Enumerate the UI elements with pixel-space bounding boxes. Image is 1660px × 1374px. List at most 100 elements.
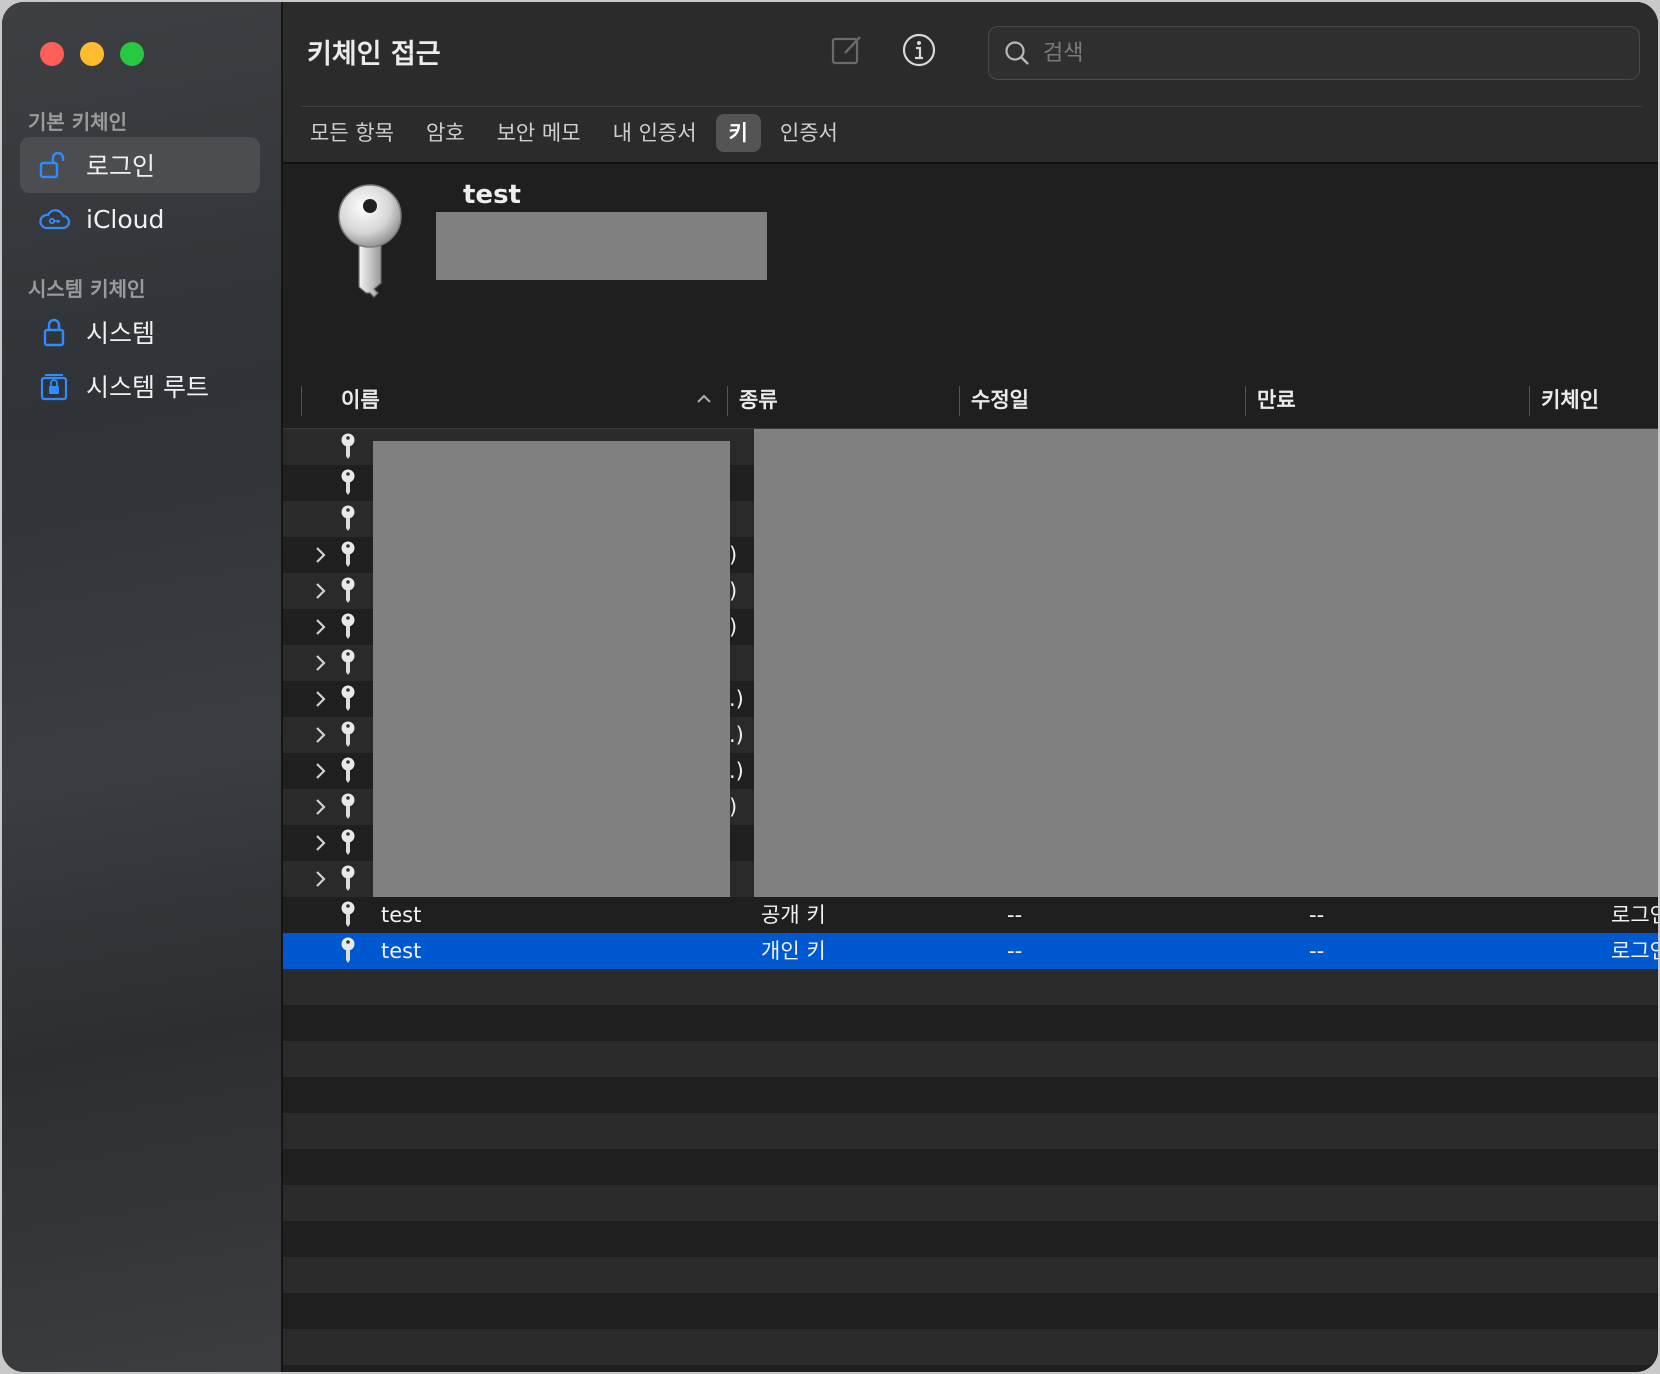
sidebar-item-system-root[interactable]: 시스템 루트 <box>20 358 260 414</box>
cell-keychain: 로그인 <box>1611 903 1658 927</box>
table-row[interactable]: test 공개 키 -- -- 로그인 <box>283 897 1658 933</box>
key-icon <box>339 900 357 934</box>
key-large-icon <box>335 184 405 306</box>
key-icon <box>339 864 357 898</box>
search-input[interactable] <box>1041 39 1605 67</box>
zoom-button[interactable] <box>120 42 144 66</box>
unlock-icon <box>36 150 72 180</box>
disclosure-chevron-icon[interactable] <box>313 615 329 643</box>
cell-name: test <box>381 903 422 927</box>
sidebar-item-label: iCloud <box>86 204 165 234</box>
column-separator <box>727 386 728 416</box>
cell-name: test <box>381 939 422 963</box>
empty-row <box>283 1221 1658 1257</box>
sidebar-item-icloud[interactable]: iCloud <box>20 191 260 247</box>
cell-kind: 공개 키 <box>761 903 826 927</box>
cell-modified: -- <box>1007 939 1023 963</box>
minimize-button[interactable] <box>80 42 104 66</box>
column-separator <box>1245 386 1246 416</box>
compose-icon <box>829 32 865 72</box>
empty-row <box>283 1185 1658 1221</box>
window-title: 키체인 접근 <box>307 39 441 70</box>
window-controls <box>40 42 144 66</box>
lock-icon <box>36 317 72 347</box>
key-icon <box>339 756 357 790</box>
key-icon <box>339 684 357 718</box>
search-icon <box>1003 39 1031 67</box>
key-icon <box>339 504 357 538</box>
disclosure-chevron-icon[interactable] <box>313 543 329 571</box>
sidebar-item-login[interactable]: 로그인 <box>20 137 260 193</box>
disclosure-chevron-icon[interactable] <box>313 723 329 751</box>
key-icon <box>339 432 357 466</box>
main-pane: 키체인 접근 모든 항목 암호 보안 <box>283 2 1658 1372</box>
disclosure-chevron-icon[interactable] <box>313 867 329 895</box>
column-separator <box>301 386 302 416</box>
column-header-kind[interactable]: 종류 <box>739 372 778 428</box>
item-preview: test <box>283 164 1658 374</box>
info-button[interactable] <box>899 32 939 72</box>
key-icon <box>339 828 357 862</box>
toolbar-divider <box>301 106 1642 107</box>
sidebar-item-label: 로그인 <box>86 152 156 181</box>
column-header-keychain[interactable]: 키체인 <box>1541 372 1599 428</box>
disclosure-chevron-icon[interactable] <box>313 795 329 823</box>
key-icon <box>339 612 357 646</box>
disclosure-chevron-icon[interactable] <box>313 759 329 787</box>
disclosure-chevron-icon[interactable] <box>313 831 329 859</box>
tab-certificates[interactable]: 인증서 <box>767 114 851 152</box>
disclosure-chevron-icon[interactable] <box>313 687 329 715</box>
tab-all-items[interactable]: 모든 항목 <box>297 114 407 152</box>
key-icon <box>339 792 357 826</box>
redacted-preview-details <box>436 212 767 280</box>
category-tabs: 모든 항목 암호 보안 메모 내 인증서 키 인증서 <box>297 114 851 152</box>
key-icon <box>339 648 357 682</box>
table-header: 이름 종류 수정일 만료 키체인 <box>283 372 1658 429</box>
cell-modified: -- <box>1007 903 1023 927</box>
cell-keychain: 로그인 <box>1611 939 1658 963</box>
column-header-expires[interactable]: 만료 <box>1257 372 1296 428</box>
empty-row <box>283 969 1658 1005</box>
tab-my-certificates[interactable]: 내 인증서 <box>600 114 710 152</box>
empty-row <box>283 1329 1658 1365</box>
key-icon <box>339 720 357 754</box>
empty-row <box>283 1293 1658 1329</box>
cell-expires: -- <box>1309 939 1325 963</box>
sidebar-item-system[interactable]: 시스템 <box>20 304 260 360</box>
key-icon <box>339 468 357 502</box>
sidebar: 기본 키체인 로그인 iCloud 시스템 키체인 시스템 시스템 루트 <box>2 2 283 1372</box>
empty-row <box>283 1077 1658 1113</box>
cell-expires: -- <box>1309 903 1325 927</box>
close-button[interactable] <box>40 42 64 66</box>
sidebar-section-default: 기본 키체인 <box>28 110 127 134</box>
redacted-names <box>373 441 730 901</box>
tab-keys[interactable]: 키 <box>715 114 761 152</box>
empty-row <box>283 1005 1658 1041</box>
column-header-name[interactable]: 이름 <box>341 372 380 428</box>
empty-row <box>283 1257 1658 1293</box>
search-field[interactable] <box>988 26 1640 80</box>
cell-kind: 개인 키 <box>761 939 826 963</box>
table-row-selected[interactable]: test 개인 키 -- -- 로그인 <box>283 933 1658 969</box>
disclosure-chevron-icon[interactable] <box>313 579 329 607</box>
disclosure-chevron-icon[interactable] <box>313 651 329 679</box>
tab-secure-notes[interactable]: 보안 메모 <box>484 114 594 152</box>
sidebar-item-label: 시스템 루트 <box>86 373 209 402</box>
sort-ascending-icon[interactable] <box>695 390 713 412</box>
redacted-details <box>754 429 1658 899</box>
key-icon <box>339 576 357 610</box>
sidebar-item-label: 시스템 <box>86 319 156 348</box>
compose-button[interactable] <box>827 32 867 72</box>
key-icon <box>339 936 357 970</box>
column-separator <box>1529 386 1530 416</box>
toolbar: 키체인 접근 모든 항목 암호 보안 <box>283 2 1658 164</box>
preview-item-name: test <box>463 180 521 210</box>
empty-row <box>283 1041 1658 1077</box>
icloud-icon <box>36 204 72 234</box>
lock-cabinet-icon <box>36 371 72 401</box>
keychain-access-window: 기본 키체인 로그인 iCloud 시스템 키체인 시스템 시스템 루트 키체인… <box>2 2 1658 1372</box>
sidebar-section-system: 시스템 키체인 <box>28 277 146 301</box>
column-header-modified[interactable]: 수정일 <box>971 372 1029 428</box>
tab-passwords[interactable]: 암호 <box>413 114 478 152</box>
info-icon <box>901 32 937 72</box>
